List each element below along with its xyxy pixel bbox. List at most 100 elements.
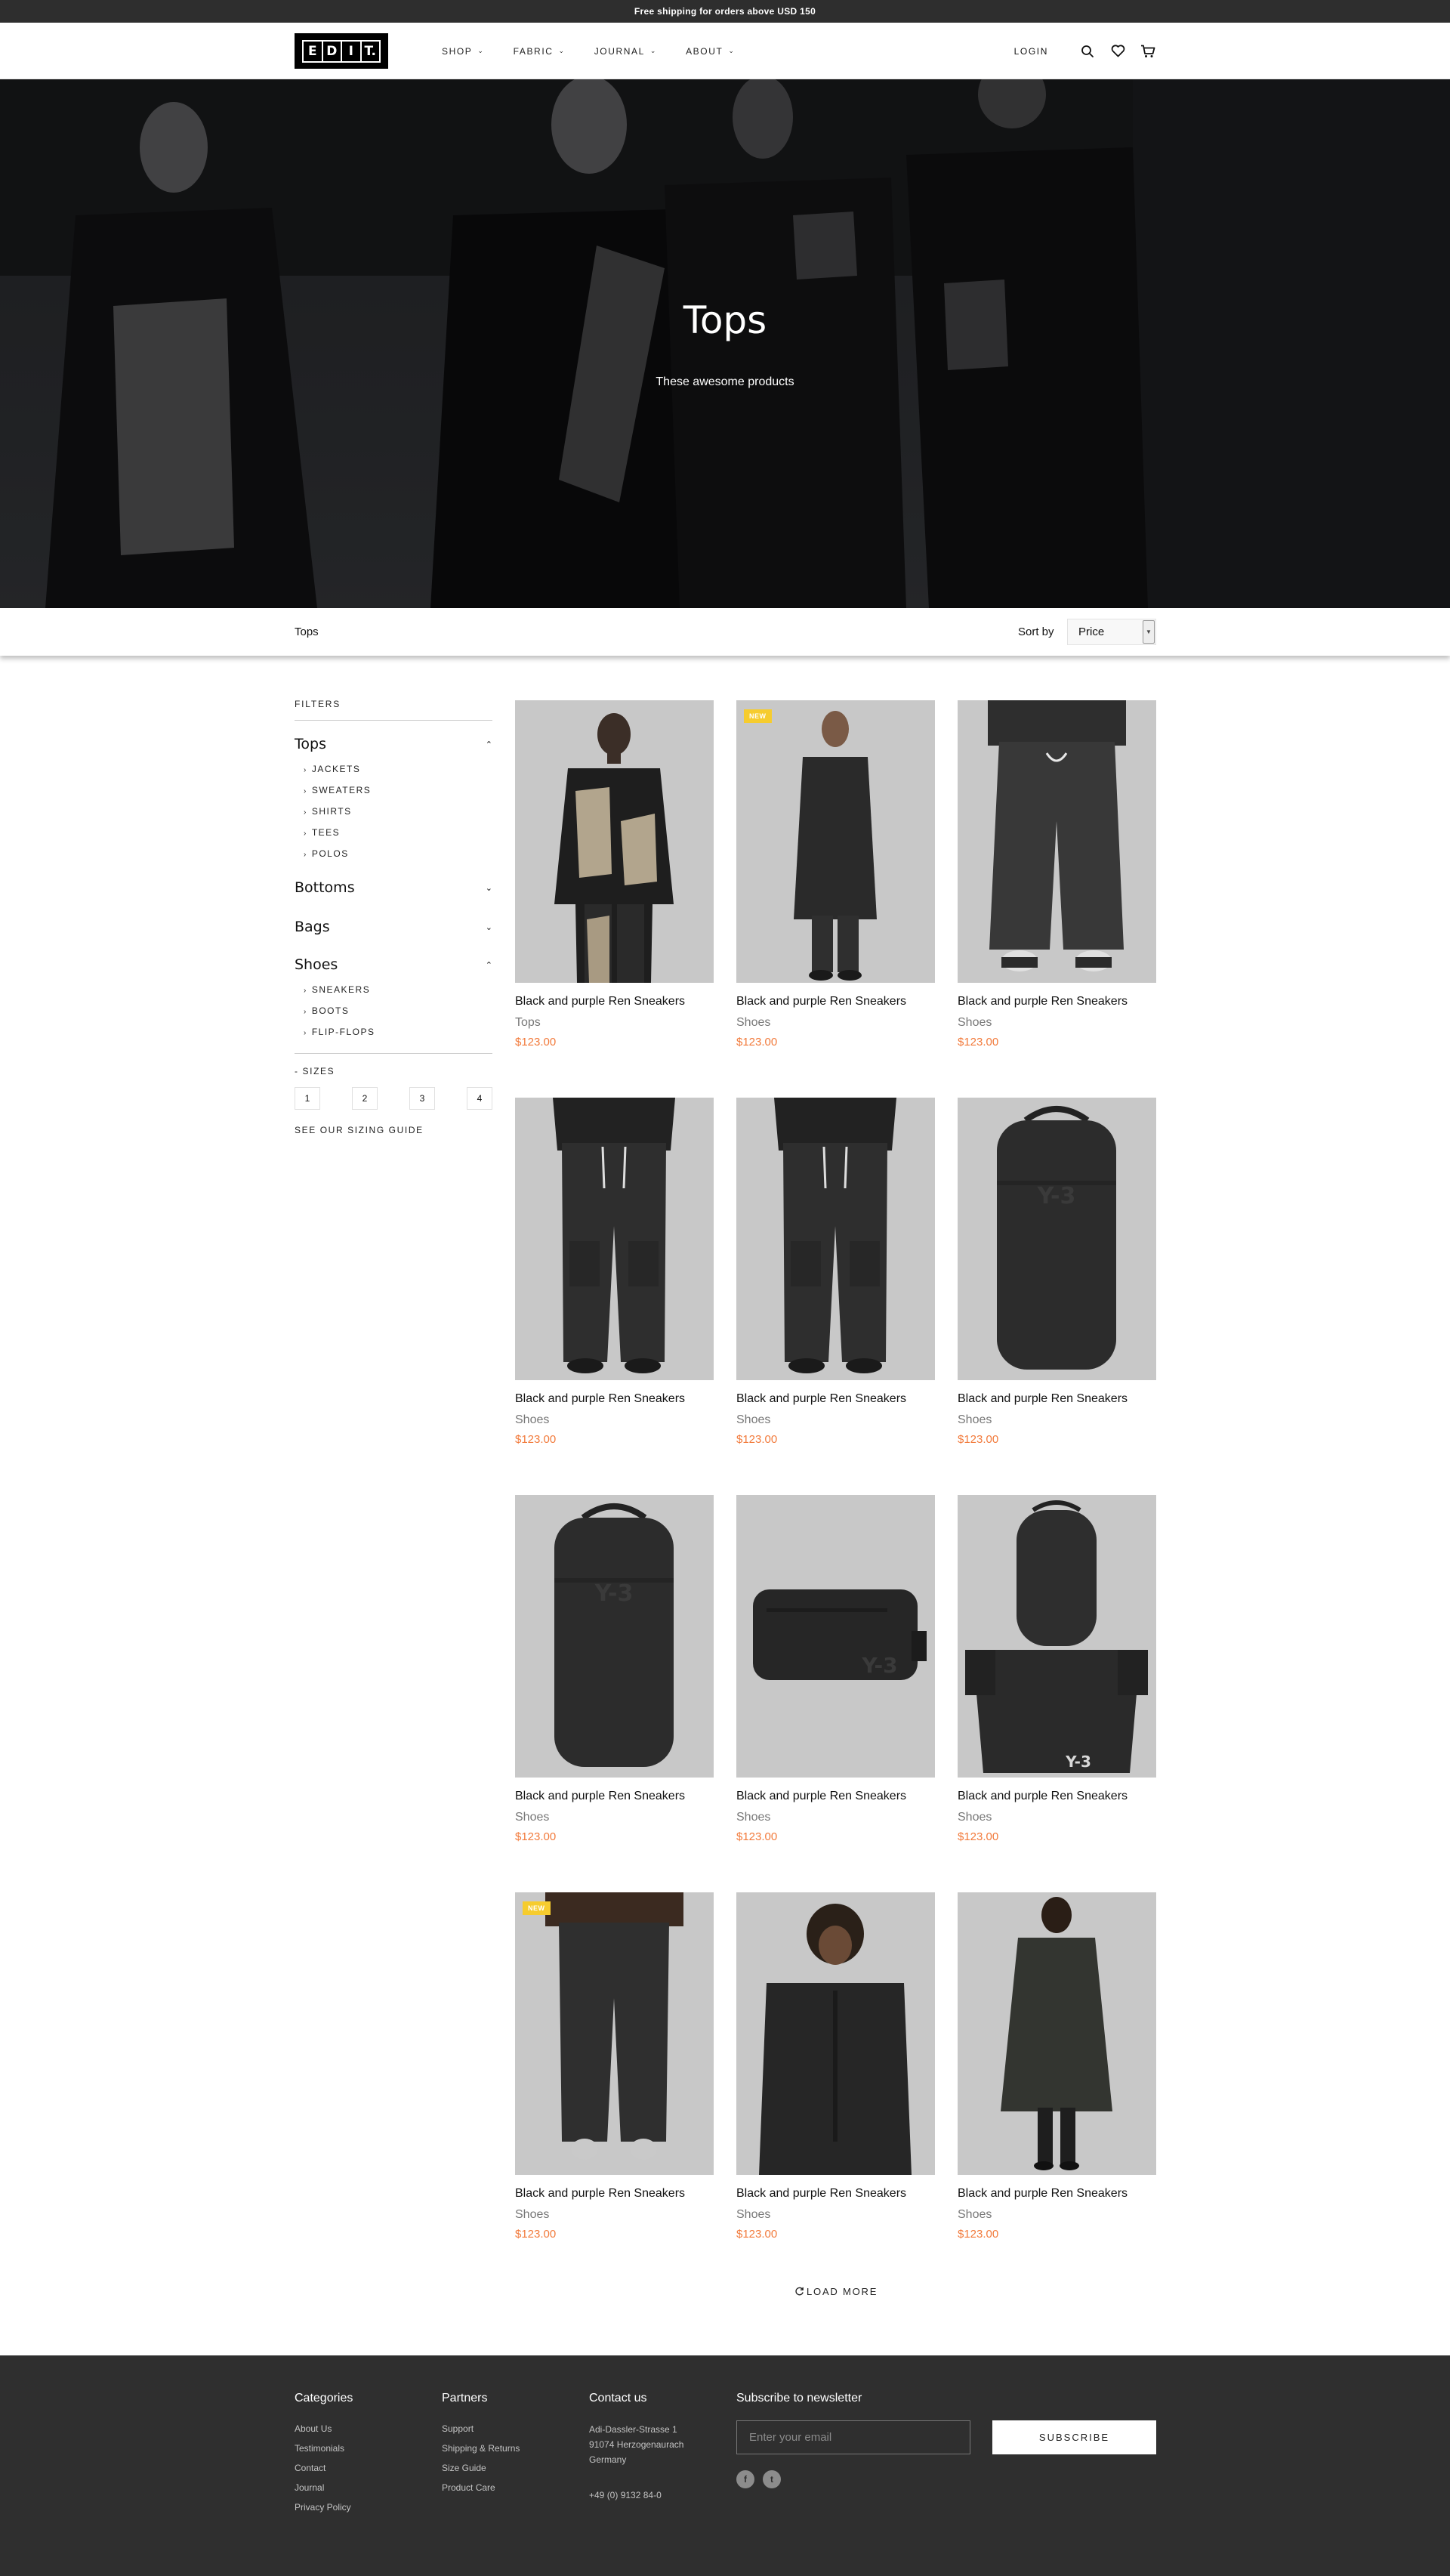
footer-link-shipping-returns[interactable]: Shipping & Returns (442, 2443, 520, 2463)
subcategory-label: SWEATERS (311, 785, 372, 795)
nav-about[interactable]: ABOUT ⌄ (686, 46, 736, 57)
subcategory-boots[interactable]: › BOOTS (295, 1000, 492, 1021)
product-image[interactable] (958, 1892, 1156, 2175)
subcategory-label: FLIP-FLOPS (311, 1027, 375, 1037)
footer-link-about-us[interactable]: About Us (295, 2423, 353, 2443)
subcategory-flip-flops[interactable]: › FLIP-FLOPS (295, 1021, 492, 1042)
nav-journal[interactable]: JOURNAL ⌄ (594, 46, 657, 57)
chevron-right-icon: › (304, 1029, 307, 1037)
product-image[interactable]: NEW (736, 700, 935, 983)
load-more-button[interactable]: LOAD MORE (794, 2286, 878, 2297)
sizes-title[interactable]: - SIZES (295, 1066, 492, 1076)
product-category: Shoes (515, 1413, 550, 1426)
product-name[interactable]: Black and purple Ren Sneakers (736, 1790, 935, 1803)
product-name[interactable]: Black and purple Ren Sneakers (736, 1392, 935, 1406)
product-card[interactable]: Black and purple Ren Sneakers Shoes $123… (736, 1892, 935, 2241)
subcategory-polos[interactable]: › POLOS (295, 843, 492, 864)
product-card[interactable]: Black and purple Ren Sneakers Shoes $123… (736, 1098, 935, 1446)
login-link[interactable]: LOGIN (1014, 46, 1048, 57)
product-card[interactable]: Black and purple Ren Sneakers Shoes $123… (958, 700, 1156, 1049)
site-logo[interactable]: E D I T. (295, 33, 388, 69)
chevron-up-icon[interactable]: ⌃ (486, 740, 492, 749)
footer-link-product-care[interactable]: Product Care (442, 2482, 520, 2502)
size-option[interactable]: 2 (352, 1087, 378, 1110)
product-category: Shoes (736, 1811, 771, 1824)
cart-icon[interactable] (1140, 44, 1155, 59)
product-price: $123.00 (515, 1036, 557, 1049)
twitter-icon[interactable]: t (763, 2470, 781, 2488)
chevron-down-icon[interactable]: ▼ (1143, 620, 1155, 644)
footer-heading: Partners (442, 2392, 488, 2405)
logo-letter: I (342, 41, 362, 61)
search-icon[interactable] (1080, 44, 1095, 59)
product-image[interactable]: Y-3 (958, 1495, 1156, 1778)
product-card[interactable]: Y-3 Black and purple Ren Sneakers Shoes … (515, 1495, 714, 1843)
product-card[interactable]: NEW Black and purple Ren Sneakers Shoes … (515, 1892, 714, 2241)
product-image[interactable] (515, 1098, 714, 1380)
product-card[interactable]: Y-3 Black and purple Ren Sneakers Shoes … (736, 1495, 935, 1843)
footer-contact: Contact us Adi-Dassler-Strasse 1 91074 H… (589, 2392, 683, 2500)
sort-select[interactable]: Price ▼ (1067, 619, 1156, 645)
footer-link-size-guide[interactable]: Size Guide (442, 2463, 520, 2482)
product-name[interactable]: Black and purple Ren Sneakers (958, 995, 1156, 1008)
product-name[interactable]: Black and purple Ren Sneakers (958, 1790, 1156, 1803)
footer-link-support[interactable]: Support (442, 2423, 520, 2443)
product-card[interactable]: Y-3 Black and purple Ren Sneakers Shoes … (958, 1495, 1156, 1843)
chevron-up-icon[interactable]: ⌃ (486, 960, 492, 970)
product-image[interactable]: Y-3 (515, 1495, 714, 1778)
sizing-guide-link[interactable]: SEE OUR SIZING GUIDE (295, 1125, 492, 1135)
nav-fabric[interactable]: FABRIC ⌄ (514, 46, 566, 57)
breadcrumb[interactable]: Tops (295, 625, 319, 638)
product-image[interactable]: NEW (515, 1892, 714, 2175)
product-card[interactable]: Black and purple Ren Sneakers Shoes $123… (515, 1098, 714, 1446)
subcategory-sweaters[interactable]: › SWEATERS (295, 780, 492, 801)
product-image[interactable]: Y-3 (958, 1098, 1156, 1380)
newsletter-email-input[interactable] (736, 2420, 970, 2454)
size-option[interactable]: 4 (467, 1087, 492, 1110)
hero-subtitle: These awesome products (656, 375, 794, 388)
product-card[interactable]: NEW Black and purple Ren Sneakers Shoes … (736, 700, 935, 1049)
product-name[interactable]: Black and purple Ren Sneakers (515, 2187, 714, 2201)
subcategory-tees[interactable]: › TEES (295, 822, 492, 843)
footer-link-journal[interactable]: Journal (295, 2482, 353, 2502)
subscribe-button[interactable]: SUBSCRIBE (992, 2420, 1156, 2454)
category-shoes[interactable]: Shoes ⌃ (295, 956, 492, 973)
category-tops[interactable]: Tops ⌃ (295, 736, 492, 752)
product-name[interactable]: Black and purple Ren Sneakers (515, 1392, 714, 1406)
product-name[interactable]: Black and purple Ren Sneakers (958, 1392, 1156, 1406)
product-name[interactable]: Black and purple Ren Sneakers (515, 995, 714, 1008)
footer-link-testimonials[interactable]: Testimonials (295, 2443, 353, 2463)
product-image[interactable] (736, 1098, 935, 1380)
size-option[interactable]: 1 (295, 1087, 320, 1110)
product-image[interactable]: Y-3 (736, 1495, 935, 1778)
subcategory-shirts[interactable]: › SHIRTS (295, 801, 492, 822)
footer-link-privacy-policy[interactable]: Privacy Policy (295, 2502, 353, 2522)
category-bottoms[interactable]: Bottoms ⌄ (295, 879, 492, 896)
footer-phone[interactable]: +49 (0) 9132 84-0 (589, 2490, 683, 2500)
logo-letter: E (304, 41, 323, 61)
product-photo-parka-model (1001, 1897, 1112, 2170)
product-name[interactable]: Black and purple Ren Sneakers (958, 2187, 1156, 2201)
nav-shop[interactable]: SHOP ⌄ (442, 46, 485, 57)
product-card[interactable]: Black and purple Ren Sneakers Shoes $123… (958, 1892, 1156, 2241)
chevron-down-icon[interactable]: ⌄ (486, 883, 492, 893)
footer-link-contact[interactable]: Contact (295, 2463, 353, 2482)
facebook-icon[interactable]: f (736, 2470, 754, 2488)
product-name[interactable]: Black and purple Ren Sneakers (736, 2187, 935, 2201)
category-bags[interactable]: Bags ⌄ (295, 919, 492, 935)
product-name[interactable]: Black and purple Ren Sneakers (515, 1790, 714, 1803)
product-image[interactable] (515, 700, 714, 983)
subcategory-jackets[interactable]: › JACKETS (295, 758, 492, 780)
product-image[interactable] (736, 1892, 935, 2175)
size-option[interactable]: 3 (409, 1087, 435, 1110)
subcategory-sneakers[interactable]: › SNEAKERS (295, 979, 492, 1000)
product-name[interactable]: Black and purple Ren Sneakers (736, 995, 935, 1008)
footer-newsletter: Subscribe to newsletter (736, 2392, 862, 2405)
filters-title: FILTERS (295, 699, 492, 721)
product-image[interactable] (958, 700, 1156, 983)
product-card[interactable]: Black and purple Ren Sneakers Tops $123.… (515, 700, 714, 1049)
footer-partners: Partners Support Shipping & Returns Size… (442, 2392, 520, 2502)
chevron-down-icon[interactable]: ⌄ (486, 922, 492, 932)
heart-icon[interactable] (1110, 44, 1125, 59)
product-card[interactable]: Y-3 Black and purple Ren Sneakers Shoes … (958, 1098, 1156, 1446)
